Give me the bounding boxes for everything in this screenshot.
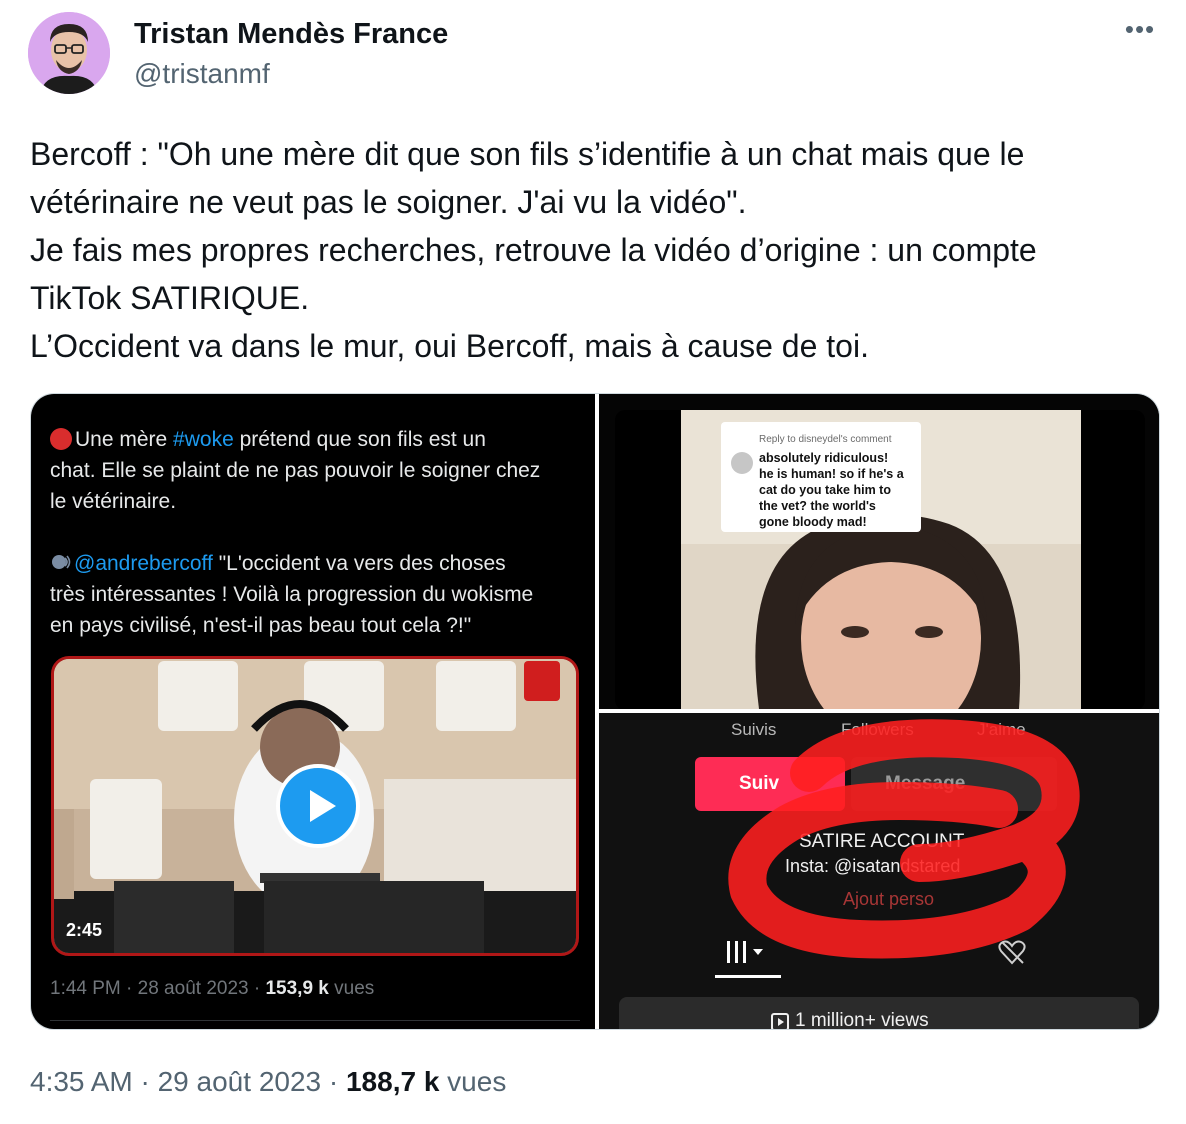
media-grid: Une mère #woke prétend que son fils est … [30,393,1160,1030]
mention-link[interactable]: @andrebercoff [74,552,213,575]
stat-following: Suivis [731,720,777,739]
play-button[interactable] [276,764,360,848]
embedded-text-line: le vétérinaire. [50,490,177,513]
tiktok-comment-card: Reply to disneydel's comment absolutely … [721,422,921,532]
media-image-tiktok-profile[interactable]: Suivis Followers J'aime Suiv Message SAT… [599,713,1159,1030]
more-options-icon[interactable]: ••• [1120,16,1160,48]
embedded-text-segment: prétend que son fils est un [233,428,486,451]
media-image-embedded-tweet[interactable]: Une mère #woke prétend que son fils est … [31,394,595,1029]
comment-reply-label: Reply to disneydel's comment [759,434,892,445]
tweet-line: TikTok SATIRIQUE. [30,280,310,316]
grid-tab-icon [727,941,763,963]
comment-line: he is human! so if he's a [759,467,904,481]
views-label: 1 million+ views [795,1010,929,1030]
tweet-views-label: vues [439,1066,507,1097]
tweet-line: L’Occident va dans le mur, oui Bercoff, … [30,328,869,364]
author-name[interactable]: Tristan Mendès France [134,18,448,51]
tweet-text: Bercoff : "Oh une mère dit que son fils … [30,130,1156,370]
liked-heart-icon [998,940,1026,965]
embedded-tweet-views: 153,9 k [265,978,329,999]
tweet-line: Bercoff : "Oh une mère dit que son fils … [30,136,1025,172]
comment-avatar [731,452,753,474]
tweet-timestamp[interactable]: 4:35 AM · 29 août 2023 · [30,1066,346,1097]
embedded-text-segment: "L'occident va vers des choses [212,552,506,575]
avatar[interactable] [28,12,110,94]
embedded-text-segment: Une mère [75,428,174,451]
tweet-footer: 4:35 AM · 29 août 2023 · 188,7 k vues [30,1066,506,1098]
author-handle[interactable]: @tristanmf [134,58,270,90]
play-icon [310,790,336,822]
tweet-line: vétérinaire ne veut pas le soigner. J'ai… [30,184,747,220]
active-tab-indicator [715,975,781,978]
bio-line: Insta: @isatandstared [785,856,961,876]
comment-body: absolutely ridiculous! he is human! so i… [759,450,919,530]
hashtag-link[interactable]: #woke [173,428,234,451]
embedded-tweet-text: Une mère #woke prétend que son fils est … [50,424,590,641]
embedded-tweet-time: 1:44 PM · 28 août 2023 · [50,978,266,999]
comment-line: absolutely ridiculous! [759,451,889,465]
embedded-tweet-views-label: vues [328,978,375,999]
embedded-text-line: en pays civilisé, n'est-il pas beau tout… [50,614,472,637]
follow-button: Suiv [695,757,845,811]
message-button: Message [851,757,1057,811]
comment-line: the vet? the world's [759,499,876,513]
comment-line: cat do you take him to [759,483,891,497]
avatar-portrait [28,12,110,94]
comment-line: gone bloody mad! [759,515,867,529]
stat-likes: J'aime [977,720,1026,739]
embedded-tweet-meta: 1:44 PM · 28 août 2023 · 153,9 k vues [50,978,374,1000]
video-player[interactable]: 2:45 [51,656,579,956]
bio-line: SATIRE ACCOUNT [799,831,965,852]
video-duration: 2:45 [66,920,103,940]
speaking-head-icon [52,555,71,569]
embedded-text-line: très intéressantes ! Voilà la progressio… [50,583,534,606]
tweet-views-count: 188,7 k [345,1066,440,1097]
stat-followers: Followers [841,720,914,739]
red-circle-icon [50,428,72,450]
media-image-tiktok-video[interactable]: Reply to disneydel's comment absolutely … [599,394,1159,709]
embedded-text-line: chat. Elle se plaint de ne pas pouvoir l… [50,459,541,482]
tweet-line: Je fais mes propres recherches, retrouve… [30,232,1037,268]
divider [50,1020,580,1021]
tweet-header: Tristan Mendès France @tristanmf ••• [28,10,1160,96]
views-icon [771,1013,789,1029]
add-button: Ajout perso [843,889,935,909]
